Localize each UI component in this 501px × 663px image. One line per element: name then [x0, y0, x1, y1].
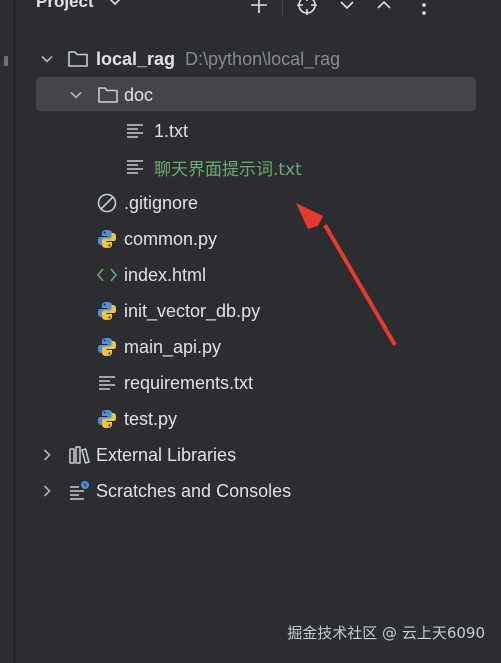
python-file-icon [96, 408, 118, 430]
node-label: Scratches and Consoles [96, 480, 292, 501]
file-name: index.html [124, 264, 207, 285]
folder-icon [67, 48, 89, 70]
file-name: main_api.py [124, 336, 222, 357]
scratches-icon [68, 480, 90, 502]
file-name: .gitignore [124, 192, 199, 213]
folder-icon [97, 84, 119, 106]
text-file-icon [124, 156, 146, 178]
chevron-right-icon[interactable] [39, 483, 55, 499]
file-name: common.py [124, 228, 218, 249]
ignored-file-icon [96, 192, 118, 214]
python-file-icon [96, 300, 118, 322]
file-name: init_vector_db.py [124, 300, 261, 321]
folder-name: doc [124, 84, 154, 105]
file-name: test.py [124, 408, 178, 429]
chevron-right-icon[interactable] [39, 447, 55, 463]
root-folder-path: D:\python\local_rag [185, 48, 341, 69]
file-name: requirements.txt [124, 372, 254, 393]
text-file-icon [124, 120, 146, 142]
text-file-icon [96, 372, 118, 394]
html-file-icon [96, 264, 118, 286]
root-folder-name: local_rag [96, 48, 176, 69]
chevron-down-icon[interactable] [68, 87, 84, 103]
chevron-down-icon[interactable] [39, 51, 55, 67]
file-name: 1.txt [154, 120, 189, 141]
python-file-icon [96, 228, 118, 250]
node-label: External Libraries [96, 444, 237, 465]
watermark-text: 掘金技术社区 @ 云上天6090 [287, 624, 485, 642]
library-icon [68, 444, 90, 466]
python-file-icon [96, 336, 118, 358]
file-name: 聊天界面提示词.txt [154, 159, 302, 180]
